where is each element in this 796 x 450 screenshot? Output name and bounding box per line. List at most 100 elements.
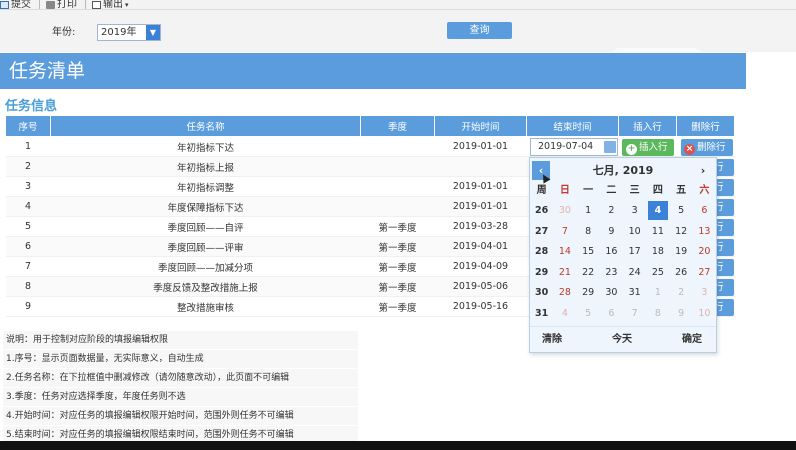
cell-season[interactable]: 第一季度 bbox=[360, 256, 435, 277]
cell-season[interactable]: 第一季度 bbox=[360, 296, 435, 317]
week-number: 30 bbox=[530, 283, 553, 304]
chevron-down-icon[interactable]: ▼ bbox=[146, 25, 160, 40]
cell-start[interactable]: 2019-01-01 bbox=[434, 176, 527, 197]
calendar-day[interactable]: 26 bbox=[670, 263, 693, 284]
calendar-week-row: 29 21 22 23 24 25 26 27 bbox=[530, 263, 716, 284]
clear-button[interactable]: 清除 bbox=[542, 327, 562, 352]
calendar-day[interactable]: 21 bbox=[553, 263, 576, 284]
screen-bottom-bar bbox=[0, 441, 796, 450]
cell-season[interactable]: 第一季度 bbox=[360, 216, 435, 237]
cell-start[interactable]: 2019-03-28 bbox=[434, 216, 527, 237]
cell-season[interactable]: 第一季度 bbox=[360, 276, 435, 297]
calendar-day[interactable]: 9 bbox=[670, 304, 693, 325]
day-label: 20 bbox=[698, 246, 711, 257]
cell-no: 8 bbox=[5, 276, 51, 297]
calendar-day[interactable]: 24 bbox=[623, 263, 646, 284]
cell-season[interactable]: 第一季度 bbox=[360, 236, 435, 257]
calendar-day[interactable]: 23 bbox=[600, 263, 623, 284]
calendar-day[interactable]: 25 bbox=[646, 263, 669, 284]
calendar-week-row: 31 4 5 6 7 8 9 10 bbox=[530, 304, 716, 325]
calendar-day[interactable]: 27 bbox=[693, 263, 716, 284]
calendar-day[interactable]: 9 bbox=[600, 222, 623, 243]
calendar-day[interactable]: 7 bbox=[553, 222, 576, 243]
calendar-day[interactable]: 29 bbox=[577, 283, 600, 304]
calendar-day[interactable]: 1 bbox=[646, 283, 669, 304]
day-label: 18 bbox=[651, 246, 664, 257]
calendar-day[interactable]: 2 bbox=[600, 201, 623, 222]
end-date-input[interactable]: 2019-07-04 bbox=[530, 138, 618, 156]
cell-start[interactable]: 2019-04-09 bbox=[434, 256, 527, 277]
calendar-day[interactable]: 22 bbox=[577, 263, 600, 284]
export-button[interactable]: 输出 ▾ bbox=[92, 0, 129, 10]
calendar-day[interactable]: 7 bbox=[623, 304, 646, 325]
cell-season[interactable] bbox=[360, 196, 435, 217]
week-number: 31 bbox=[530, 304, 553, 325]
calendar-day[interactable]: 16 bbox=[600, 242, 623, 263]
submit-button[interactable]: 提交 bbox=[0, 0, 31, 10]
calendar-day[interactable]: 3 bbox=[623, 201, 646, 222]
calendar-day[interactable]: 8 bbox=[646, 304, 669, 325]
cell-season[interactable] bbox=[360, 156, 435, 177]
header-no: 序号 bbox=[5, 115, 51, 137]
cell-season[interactable] bbox=[360, 176, 435, 197]
calendar-day[interactable]: 6 bbox=[693, 201, 716, 222]
calendar-day[interactable]: 4 bbox=[646, 201, 669, 222]
calendar-month-title[interactable]: 七月, 2019 bbox=[570, 161, 676, 180]
calendar-day[interactable]: 14 bbox=[553, 242, 576, 263]
cell-start[interactable]: 2019-04-01 bbox=[434, 236, 527, 257]
calendar-day[interactable]: 15 bbox=[577, 242, 600, 263]
submit-label: 提交 bbox=[11, 0, 31, 10]
cell-start[interactable]: 2019-05-16 bbox=[434, 296, 527, 317]
calendar-icon[interactable] bbox=[604, 141, 616, 153]
day-label: 7 bbox=[631, 307, 638, 319]
date-picker: ‹ 七月, 2019 › 周日一二三四五六 26 30 1 2 3 4 5 6 27 7 8 9 10 1… bbox=[529, 157, 717, 353]
confirm-button[interactable]: 确定 bbox=[682, 327, 702, 352]
weekday-label: 二 bbox=[606, 185, 617, 196]
calendar-day[interactable]: 31 bbox=[623, 283, 646, 304]
calendar-day[interactable]: 30 bbox=[553, 201, 576, 222]
day-label: 9 bbox=[678, 307, 685, 319]
calendar-day[interactable]: 17 bbox=[623, 242, 646, 263]
calendar-day[interactable]: 13 bbox=[693, 222, 716, 243]
cell-no: 5 bbox=[5, 216, 51, 237]
next-month-button[interactable]: › bbox=[696, 161, 710, 180]
calendar-day[interactable]: 8 bbox=[577, 222, 600, 243]
calendar-day[interactable]: 2 bbox=[670, 283, 693, 304]
calendar-day[interactable]: 10 bbox=[623, 222, 646, 243]
calendar-day[interactable]: 28 bbox=[553, 283, 576, 304]
year-select[interactable]: 2019年 ▼ bbox=[97, 24, 161, 41]
cell-start[interactable]: 2019-01-01 bbox=[434, 196, 527, 217]
cell-start[interactable] bbox=[434, 156, 527, 177]
section-title: 任务信息 bbox=[5, 99, 58, 114]
calendar-day[interactable]: 11 bbox=[646, 222, 669, 243]
insert-row-label: 插入行 bbox=[639, 142, 668, 153]
cell-season[interactable] bbox=[360, 136, 435, 157]
day-label: 27 bbox=[698, 266, 711, 278]
calendar-day[interactable]: 6 bbox=[600, 304, 623, 325]
calendar-day[interactable]: 19 bbox=[670, 242, 693, 263]
cell-name: 季度回顾——加减分项 bbox=[50, 256, 361, 277]
today-button[interactable]: 今天 bbox=[612, 327, 632, 352]
calendar-day[interactable]: 3 bbox=[693, 283, 716, 304]
calendar-day[interactable]: 10 bbox=[693, 304, 716, 325]
calendar-day[interactable]: 1 bbox=[577, 201, 600, 222]
table-header-row: 序号 任务名称 季度 开始时间 结束时间 插入行 删除行 bbox=[5, 115, 735, 137]
print-label: 打印 bbox=[57, 0, 77, 10]
cell-start[interactable]: 2019-01-01 bbox=[434, 136, 527, 157]
day-label: 9 bbox=[608, 225, 615, 237]
calendar-day[interactable]: 30 bbox=[600, 283, 623, 304]
calendar-day[interactable]: 4 bbox=[553, 304, 576, 325]
submit-icon bbox=[0, 0, 9, 9]
calendar-day[interactable]: 5 bbox=[670, 201, 693, 222]
query-button[interactable]: 查询 bbox=[447, 22, 512, 39]
calendar-day[interactable]: 12 bbox=[670, 222, 693, 243]
day-label: 14 bbox=[558, 246, 571, 257]
delete-row-button[interactable]: × 删除行 bbox=[681, 139, 733, 156]
calendar-day[interactable]: 5 bbox=[577, 304, 600, 325]
calendar-day[interactable]: 20 bbox=[693, 242, 716, 263]
calendar-day[interactable]: 18 bbox=[646, 242, 669, 263]
insert-row-button[interactable]: + 插入行 bbox=[622, 139, 674, 156]
print-button[interactable]: 打印 bbox=[46, 0, 77, 10]
cell-start[interactable]: 2019-05-06 bbox=[434, 276, 527, 297]
cell-no: 1 bbox=[5, 136, 51, 157]
